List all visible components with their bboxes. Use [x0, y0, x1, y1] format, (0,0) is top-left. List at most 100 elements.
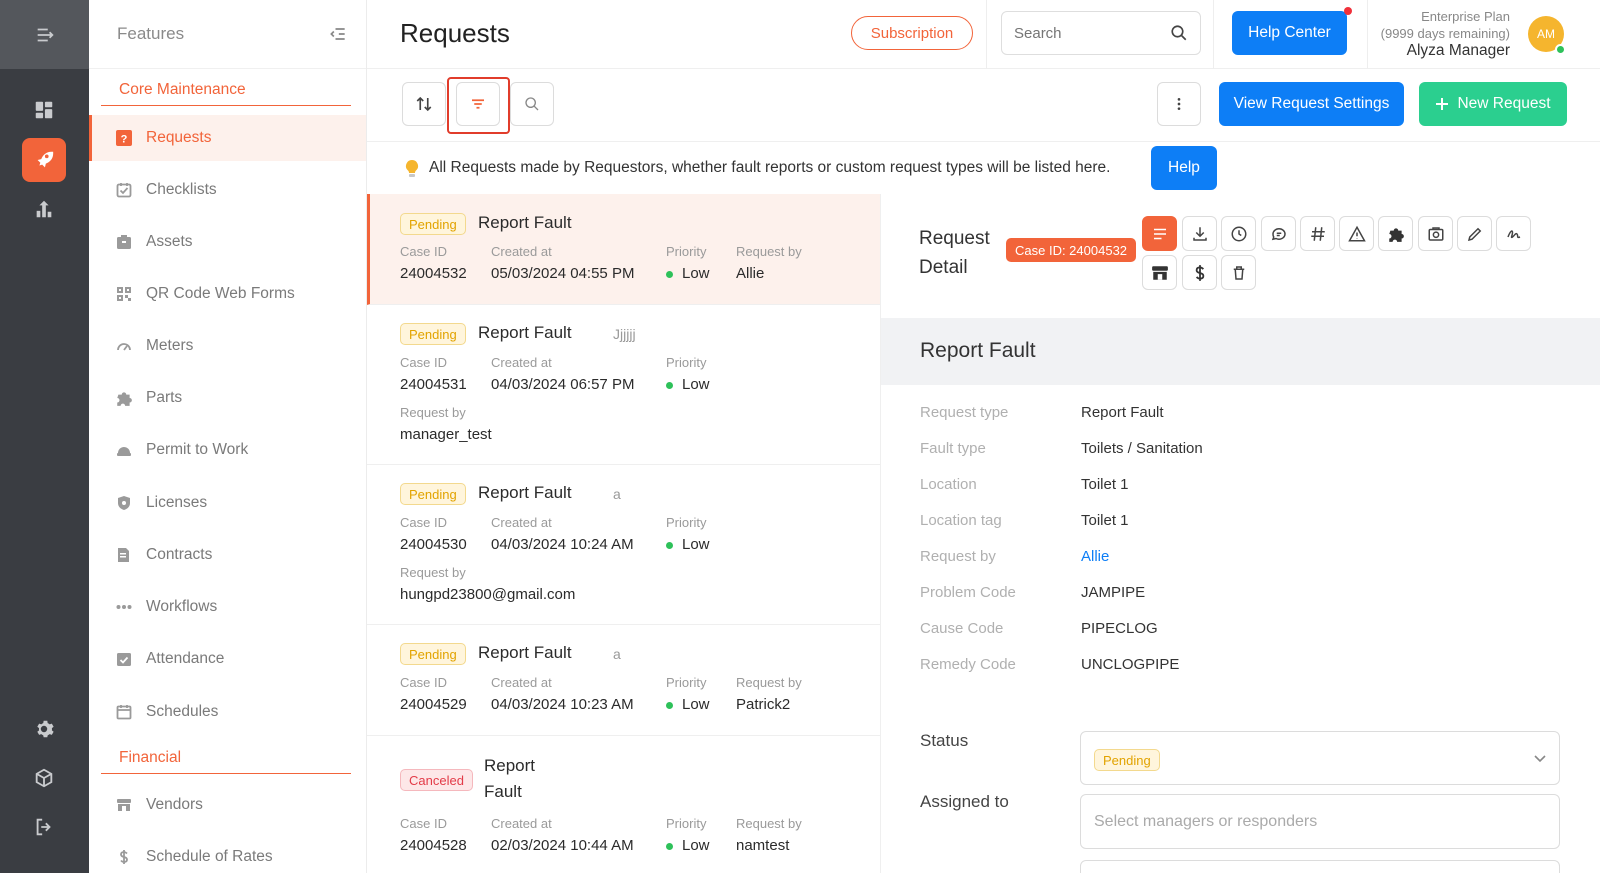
request-by-label: Request by — [736, 675, 802, 690]
search-input[interactable] — [1014, 24, 1154, 42]
sidebar-item-qr-code-web-forms[interactable]: QR Code Web Forms — [89, 271, 366, 317]
field-value: JAMPIPE — [1081, 584, 1146, 601]
request-card[interactable]: Pending Report Fault Jjjjjj Case ID Crea… — [367, 305, 880, 465]
detail-heading: Report Fault — [920, 339, 1036, 362]
alert-button[interactable] — [1339, 216, 1374, 251]
tags-button[interactable] — [1300, 216, 1335, 251]
comments-button[interactable] — [1261, 216, 1296, 251]
features-sidebar: Features Core Maintenance ? Requests Che… — [89, 0, 367, 873]
request-card[interactable]: Pending Report Fault a Case ID Created a… — [367, 465, 880, 625]
search-icon[interactable] — [1170, 24, 1188, 42]
parts-button[interactable] — [1378, 216, 1413, 251]
rail-features-button[interactable] — [22, 138, 66, 182]
assign-select[interactable]: Select managers or responders — [1080, 794, 1560, 849]
subscription-button[interactable]: Subscription — [851, 16, 973, 50]
sidebar-item-licenses[interactable]: Licenses — [89, 480, 366, 526]
sidebar-item-attendance[interactable]: Attendance — [89, 636, 366, 682]
case-id-value: 24004530 — [400, 536, 467, 553]
store-icon — [1151, 265, 1168, 280]
help-center-button[interactable]: Help Center — [1232, 11, 1347, 55]
priority-label: Priority — [666, 675, 707, 690]
sidebar-item-label: Contracts — [146, 546, 213, 563]
divider — [1213, 0, 1214, 69]
svg-text:?: ? — [121, 134, 128, 146]
photo-button[interactable] — [1418, 216, 1453, 251]
filter-button[interactable] — [456, 82, 500, 126]
priority-low-dot — [666, 701, 673, 709]
priority-value: Low — [666, 696, 710, 713]
sidebar-item-checklists[interactable]: Checklists — [89, 167, 366, 213]
sidebar-item-permit-to-work[interactable]: Permit to Work — [89, 427, 366, 473]
download-icon — [1192, 226, 1207, 241]
sort-button[interactable] — [402, 82, 446, 126]
sidebar-item-vendors[interactable]: Vendors — [89, 782, 366, 828]
sidebar-item-schedule-of-rates[interactable]: Schedule of Rates — [89, 834, 366, 873]
field-value: Toilet 1 — [1081, 512, 1129, 529]
case-id-value: 24004528 — [400, 837, 467, 854]
sidebar-item-workflows[interactable]: Workflows — [89, 584, 366, 630]
rail-settings-button[interactable] — [22, 707, 66, 751]
request-by-value: Patrick2 — [736, 696, 791, 713]
sidebar-item-schedules[interactable]: Schedules — [89, 689, 366, 735]
collapse-sidebar-icon[interactable] — [328, 24, 348, 44]
new-request-button[interactable]: New Request — [1419, 82, 1567, 126]
case-id-badge: Case ID: 24004532 — [1006, 238, 1137, 262]
expand-menu-button[interactable] — [0, 0, 89, 69]
user-name: Alyza Manager — [1406, 42, 1510, 59]
download-button[interactable] — [1182, 216, 1217, 251]
sidebar-item-assets[interactable]: Assets — [89, 219, 366, 265]
dashboard-icon — [35, 101, 53, 119]
rail-analytics-button[interactable] — [22, 187, 66, 231]
vendor-button[interactable] — [1142, 255, 1177, 290]
view-request-settings-button[interactable]: View Request Settings — [1219, 82, 1404, 126]
request-card[interactable]: Pending Report Fault a Case ID Created a… — [367, 625, 880, 736]
edit-button[interactable] — [1457, 216, 1492, 251]
app-rail — [0, 0, 89, 873]
next-field[interactable] — [1080, 860, 1560, 873]
requester-link[interactable]: Allie — [1081, 548, 1109, 565]
cost-button[interactable] — [1182, 255, 1217, 290]
plan-remaining: (9999 days remaining) — [1380, 26, 1510, 41]
field-value: Toilet 1 — [1081, 476, 1129, 493]
detail-heading-band: Report Fault — [881, 318, 1600, 385]
priority-low-dot — [666, 541, 673, 549]
detail-title-line1: Request — [919, 228, 990, 249]
created-at-value: 04/03/2024 10:23 AM — [491, 696, 634, 713]
history-button[interactable] — [1221, 216, 1256, 251]
sidebar-item-label: Checklists — [146, 181, 217, 198]
question-square-icon: ? — [115, 129, 133, 147]
store-icon — [115, 796, 133, 814]
request-card[interactable]: Canceled Report Fault Case ID Created at… — [367, 736, 880, 873]
rail-package-button[interactable] — [22, 756, 66, 800]
rail-logout-button[interactable] — [22, 805, 66, 849]
status-select[interactable]: Pending — [1080, 731, 1560, 785]
sidebar-item-requests[interactable]: ? Requests — [89, 115, 366, 161]
sidebar-item-contracts[interactable]: Contracts — [89, 532, 366, 578]
request-title: Report Fault — [478, 323, 572, 342]
signature-button[interactable] — [1496, 216, 1531, 251]
rail-dashboard-button[interactable] — [22, 88, 66, 132]
hard-hat-icon — [115, 441, 133, 459]
section-financial: Financial — [101, 749, 351, 774]
request-note: a — [613, 486, 621, 502]
search-field[interactable] — [1001, 11, 1201, 55]
assets-icon — [115, 233, 133, 251]
status-badge: Pending — [400, 643, 466, 665]
online-status-dot — [1555, 44, 1566, 55]
priority-value: Low — [666, 837, 710, 854]
more-options-button[interactable] — [1157, 82, 1201, 126]
sidebar-item-parts[interactable]: Parts — [89, 375, 366, 421]
priority-low-dot — [666, 270, 673, 278]
sidebar-item-label: Assets — [146, 233, 193, 250]
request-card[interactable]: Pending Report Fault Case ID Created at … — [367, 194, 880, 305]
sidebar-item-label: Workflows — [146, 598, 218, 615]
sidebar-item-meters[interactable]: Meters — [89, 323, 366, 369]
help-button[interactable]: Help — [1151, 146, 1217, 190]
dollar-icon — [115, 848, 133, 866]
list-search-button[interactable] — [510, 82, 554, 126]
field-label: Request by — [920, 548, 996, 565]
details-tab-button[interactable] — [1142, 216, 1177, 251]
field-value: Report Fault — [1081, 404, 1164, 421]
created-at-label: Created at — [491, 244, 552, 259]
delete-button[interactable] — [1221, 255, 1256, 290]
